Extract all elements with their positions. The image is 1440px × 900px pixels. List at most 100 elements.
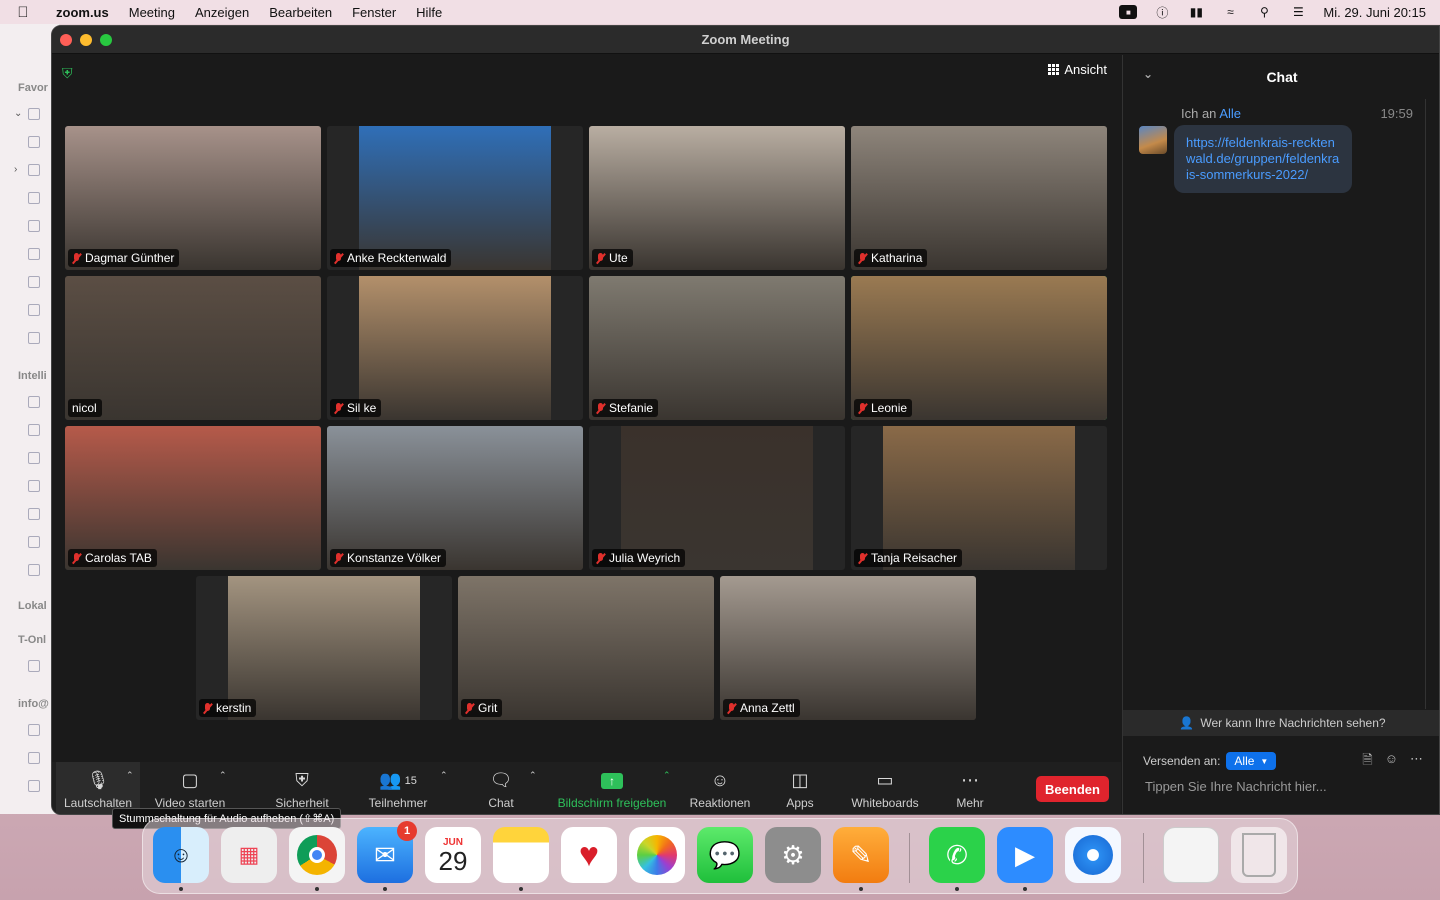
participant-tile[interactable]: kerstin (196, 576, 452, 720)
zoom-icon[interactable]: ▶ (997, 827, 1053, 891)
bg-label-tonline: T-Onl (18, 634, 47, 646)
mail-icon[interactable]: ✉ 1 (357, 821, 417, 891)
heart-monitor-icon[interactable]: ♥ (561, 827, 617, 883)
apple-menu-icon[interactable]:  (0, 4, 46, 21)
archive-icon (28, 248, 40, 260)
menu-anzeigen[interactable]: Anzeigen (185, 5, 259, 20)
trash-icon[interactable] (1231, 827, 1287, 883)
bg-label-favorites: Favor (18, 82, 48, 94)
whatsapp-icon[interactable]: ✆ (929, 827, 985, 891)
chat-scrollbar[interactable] (1425, 99, 1439, 709)
apps-button[interactable]: ◫ Apps (772, 762, 828, 814)
microphone-muted-icon (465, 702, 474, 714)
video-options-caret-icon[interactable]: ⌃ (219, 770, 227, 781)
participant-tile[interactable]: Grit (458, 576, 714, 720)
participant-video (228, 576, 420, 720)
participant-name-tag: kerstin (199, 699, 257, 717)
participant-tile[interactable]: Anke Recktenwald (327, 126, 583, 270)
system-settings-icon[interactable]: ⚙ (765, 827, 821, 883)
zoom-meeting-window: Zoom Meeting ⛨ Ansicht Dagmar Günther Ank… (51, 25, 1440, 815)
folder-icon (28, 164, 40, 176)
menu-fenster[interactable]: Fenster (342, 5, 406, 20)
chrome-icon[interactable] (289, 827, 345, 891)
participant-tile[interactable]: Sil ke (327, 276, 583, 420)
notes-icon[interactable] (493, 827, 549, 891)
participants-options-caret-icon[interactable]: ⌃ (440, 770, 448, 781)
pages-icon[interactable]: ✎ (833, 827, 889, 891)
participant-name: Stefanie (609, 401, 654, 415)
participant-tile[interactable]: Carolas TAB (65, 426, 321, 570)
participant-tile[interactable]: Katharina (851, 126, 1107, 270)
chat-button[interactable]: 🗨 Chat (472, 762, 530, 814)
participant-tile[interactable]: Anna Zettl (720, 576, 976, 720)
whiteboards-button[interactable]: ▭ Whiteboards (842, 762, 928, 814)
menu-meeting[interactable]: Meeting (119, 5, 185, 20)
send-to-row: Versenden an: Alle ▼ (1143, 752, 1277, 770)
accessibility-icon[interactable]: ⓘ (1153, 5, 1171, 20)
chat-message-input[interactable] (1145, 779, 1415, 794)
chat-options-caret-icon[interactable]: ⌃ (529, 770, 537, 781)
participant-tile[interactable]: Dagmar Günther (65, 126, 321, 270)
messages-icon[interactable]: 💬 (697, 827, 753, 883)
microphone-muted-icon (596, 252, 605, 264)
wifi-icon[interactable]: ≈ (1221, 5, 1239, 19)
participant-name: Katharina (871, 251, 923, 265)
share-screen-button[interactable]: ↑ Bildschirm freigeben (550, 762, 674, 814)
participant-tile[interactable]: Ute (589, 126, 845, 270)
star-icon (28, 192, 40, 204)
participant-tile[interactable]: Konstanze Völker (327, 426, 583, 570)
chevron-right-icon: › (14, 164, 18, 175)
microphone-muted-icon (858, 252, 867, 264)
menu-app-name[interactable]: zoom.us (46, 5, 119, 20)
zoom-status-icon[interactable]: ■ (1119, 5, 1138, 19)
microphone-muted-icon (203, 702, 212, 714)
menu-bearbeiten[interactable]: Bearbeiten (259, 5, 342, 20)
message-link[interactable]: https://feldenkrais-recktenwald.de/grupp… (1174, 125, 1352, 193)
audio-options-caret-icon[interactable]: ⌃ (126, 770, 134, 781)
share-options-caret-icon[interactable]: ⌃ (663, 770, 671, 781)
message-meta: Ich an Alle (1181, 106, 1241, 121)
send-to-select[interactable]: Alle ▼ (1226, 752, 1277, 770)
participant-name-tag: Grit (461, 699, 503, 717)
launchpad-icon[interactable]: ▦ (221, 827, 277, 883)
finder-icon[interactable]: ☺ (153, 827, 209, 891)
grid-view-icon (1048, 64, 1060, 75)
encryption-shield-icon[interactable]: ⛨ (62, 65, 76, 81)
gear-icon (28, 452, 40, 464)
menu-hilfe[interactable]: Hilfe (406, 5, 452, 20)
control-center-icon[interactable]: ☰ (1289, 5, 1307, 19)
chevron-down-icon[interactable]: ⌄ (1143, 67, 1153, 81)
gear-icon (28, 536, 40, 548)
emoji-icon[interactable]: ☺ (1385, 751, 1398, 773)
calendar-icon[interactable]: JUN 29 (425, 827, 481, 883)
reactions-button[interactable]: ☺ Reaktionen (682, 762, 758, 814)
participant-name-tag: Dagmar Günther (68, 249, 180, 267)
view-button[interactable]: Ansicht (1048, 62, 1107, 77)
participant-tile[interactable]: Stefanie (589, 276, 845, 420)
more-button[interactable]: ⋯ Mehr (942, 762, 998, 814)
apps-label: Apps (786, 795, 814, 810)
inbox-icon (28, 724, 40, 736)
participant-tile[interactable]: nicol (65, 276, 321, 420)
message-recipient[interactable]: Alle (1219, 106, 1241, 121)
participants-button[interactable]: 👥 15 Teilnehmer (358, 762, 438, 814)
participant-tile[interactable]: Julia Weyrich (589, 426, 845, 570)
chat-header: ⌄ Chat (1123, 55, 1439, 99)
ellipsis-icon[interactable]: ⋯ (1410, 751, 1423, 773)
participant-video (359, 276, 551, 420)
spotlight-search-icon[interactable]: ⚲ (1255, 5, 1273, 19)
participant-tile[interactable]: Tanja Reisacher (851, 426, 1107, 570)
inbox-icon (28, 660, 40, 672)
chat-label: Chat (488, 795, 514, 810)
preview-window-icon[interactable] (1163, 827, 1219, 883)
microphone-muted-icon (72, 552, 81, 564)
battery-icon[interactable]: ▮▮ (1187, 5, 1205, 19)
menu-clock[interactable]: Mi. 29. Juni 20:15 (1323, 5, 1426, 20)
gear-icon (28, 480, 40, 492)
file-icon[interactable]: 🗎 (1362, 751, 1372, 773)
photos-icon[interactable] (629, 827, 685, 883)
participant-tile[interactable]: Leonie (851, 276, 1107, 420)
end-meeting-button[interactable]: Beenden (1036, 776, 1109, 802)
who-can-see-button[interactable]: 👤 Wer kann Ihre Nachrichten sehen? (1123, 710, 1439, 736)
safari-icon[interactable] (1065, 827, 1121, 883)
